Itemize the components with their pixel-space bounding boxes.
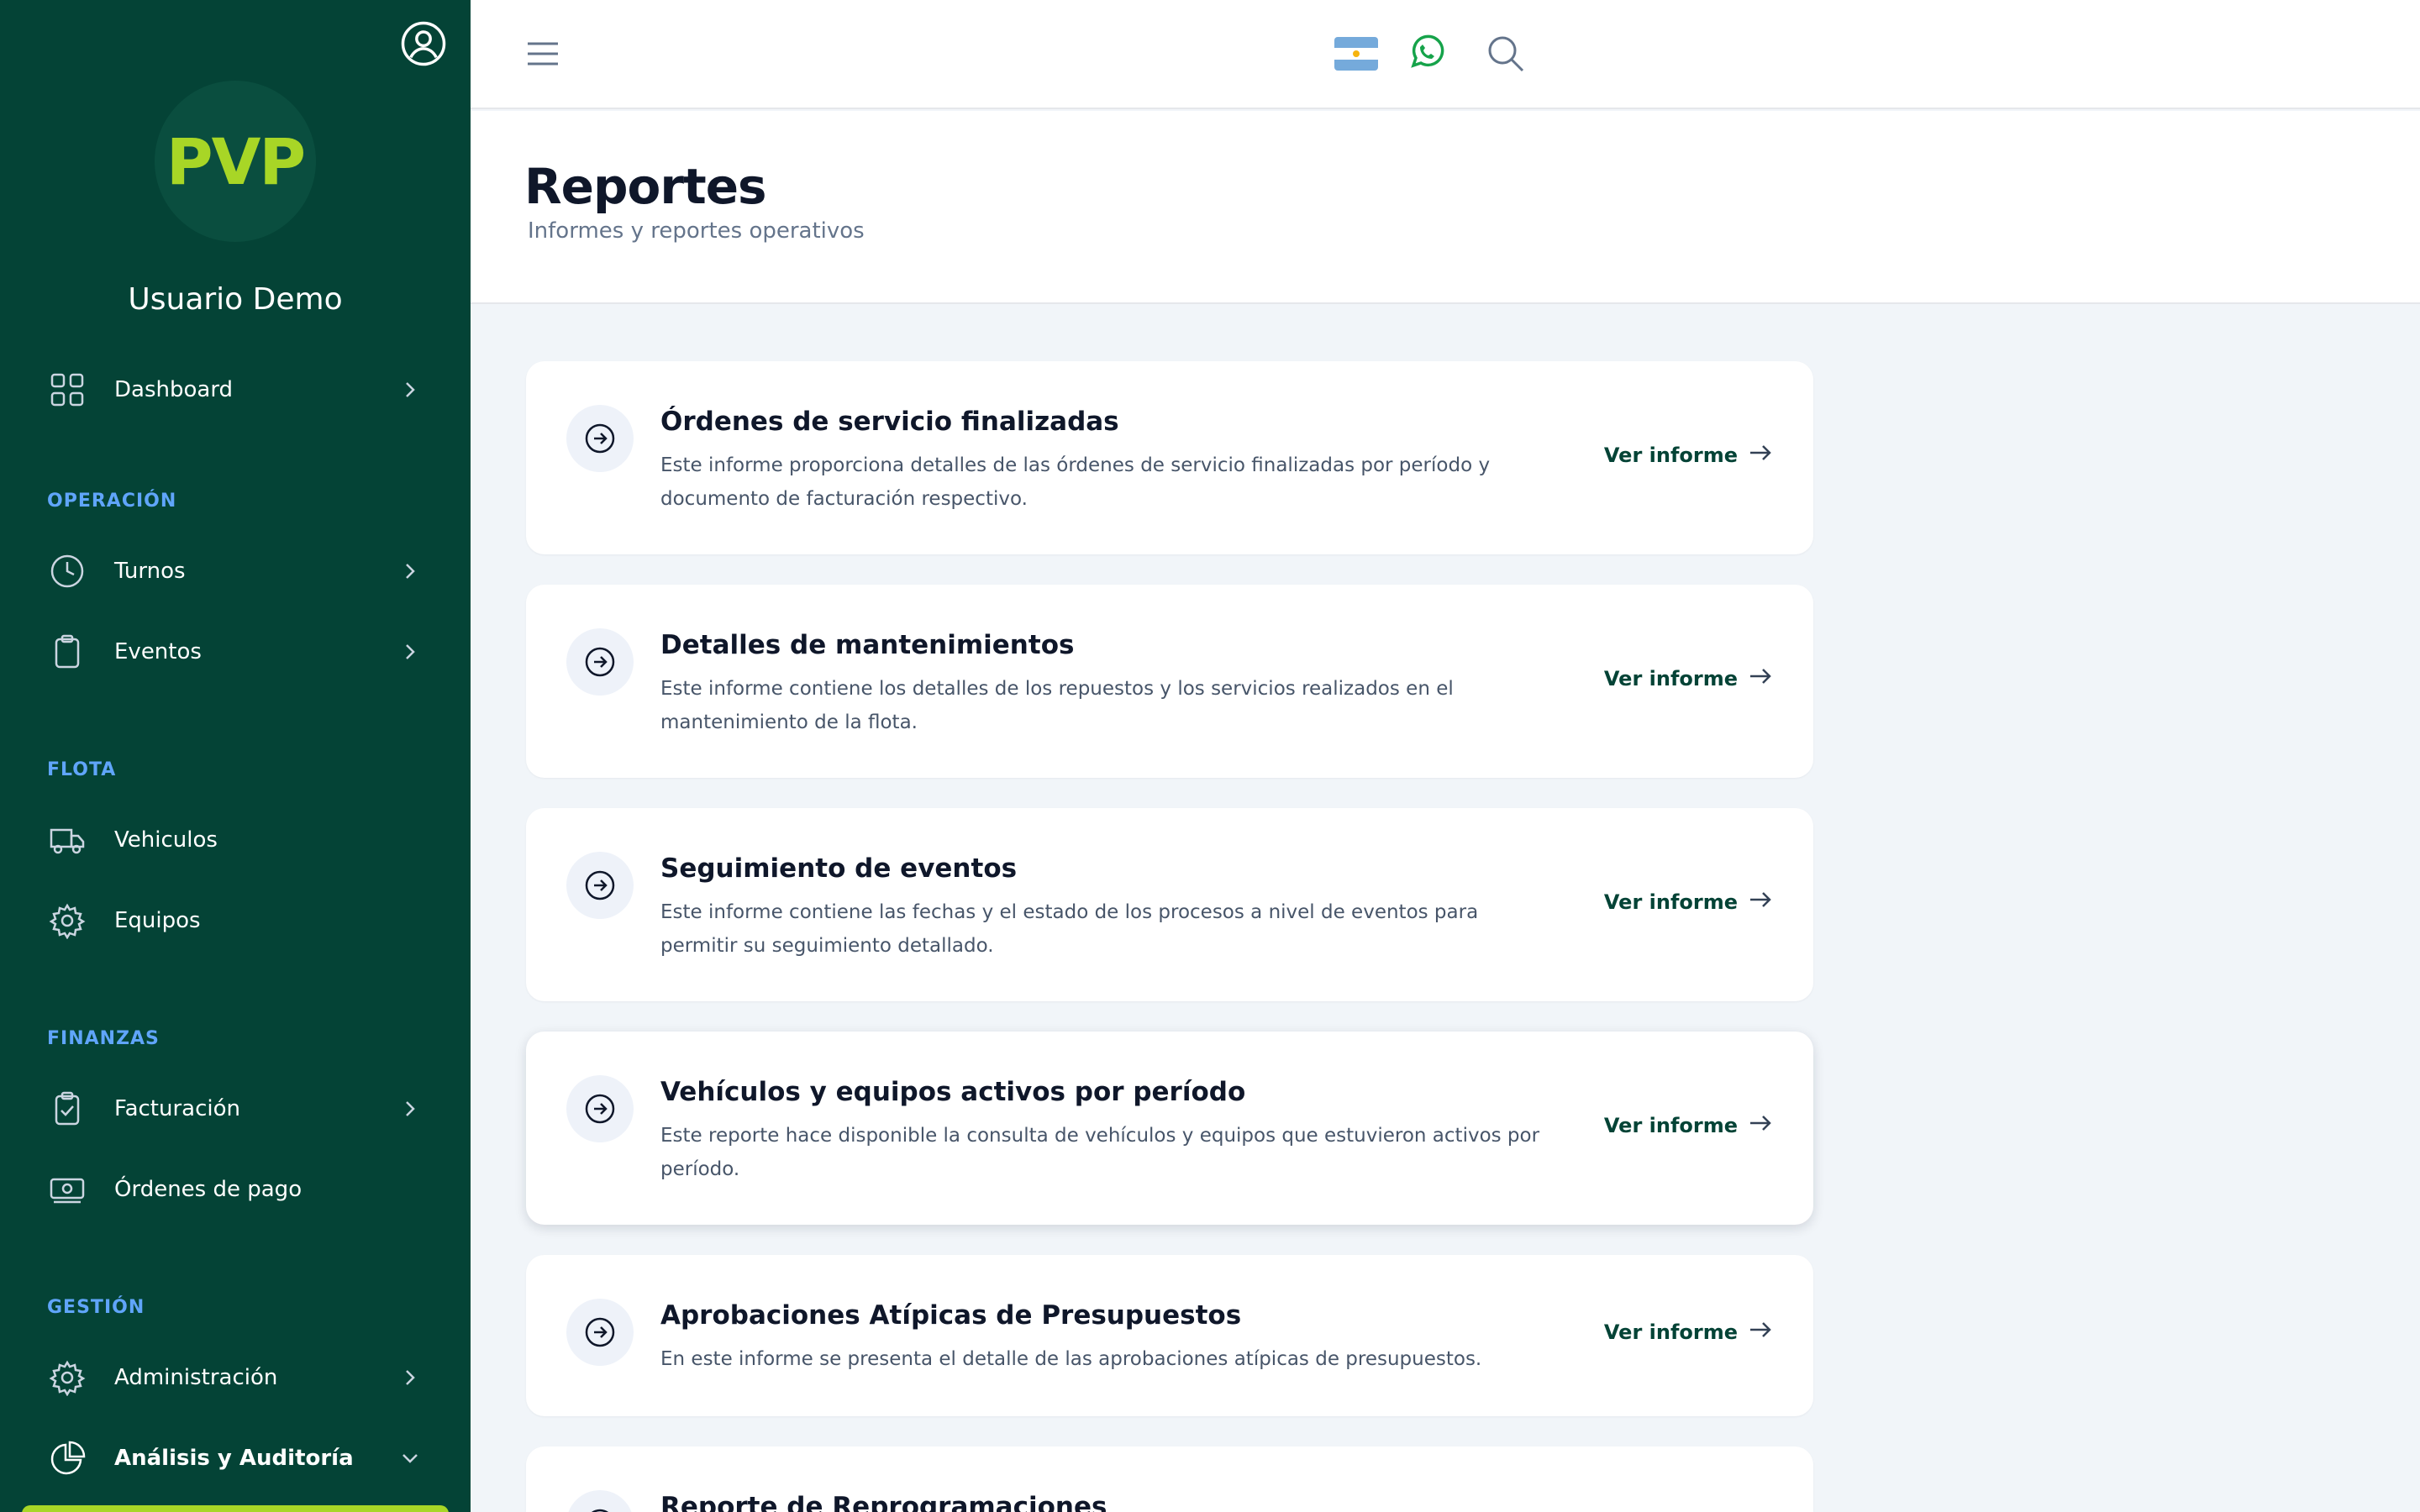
section-label-flota: FLOTA bbox=[47, 759, 117, 780]
grid-icon bbox=[47, 370, 87, 410]
arrow-right-icon bbox=[1748, 887, 1773, 917]
report-card[interactable]: Aprobaciones Atípicas de Presupuestos En… bbox=[526, 1255, 1813, 1416]
report-title: Seguimiento de eventos bbox=[660, 853, 1018, 884]
section-label-gestion: GESTIÓN bbox=[47, 1297, 145, 1318]
sidebar-item-vehiculos[interactable]: Vehiculos bbox=[0, 810, 471, 870]
chevron-down-icon bbox=[397, 1445, 424, 1472]
report-card[interactable]: Vehículos y equipos activos por período … bbox=[526, 1032, 1813, 1225]
report-title: Detalles de mantenimientos bbox=[660, 630, 1075, 660]
banknote-icon bbox=[47, 1169, 87, 1210]
pie-chart-icon bbox=[47, 1438, 87, 1478]
report-description: En este informe se presenta el detalle d… bbox=[660, 1348, 1482, 1370]
sidebar-item-label: Turnos bbox=[114, 559, 186, 584]
argentina-flag-icon[interactable] bbox=[1334, 37, 1378, 71]
arrow-circle-icon bbox=[566, 1299, 634, 1366]
chevron-right-icon bbox=[397, 1364, 424, 1391]
chevron-right-icon bbox=[397, 638, 424, 665]
sidebar-item-dashboard[interactable]: Dashboard bbox=[0, 360, 471, 420]
arrow-right-icon bbox=[1748, 440, 1773, 470]
sidebar-item-turnos[interactable]: Turnos bbox=[0, 541, 471, 601]
view-report-label: Ver informe bbox=[1603, 1114, 1738, 1137]
report-description: Este informe proporciona detalles de las… bbox=[660, 454, 1491, 510]
report-description: Este informe contiene los detalles de lo… bbox=[660, 678, 1454, 733]
clipboard-icon bbox=[47, 632, 87, 672]
sidebar-item-equipos[interactable]: Equipos bbox=[0, 890, 471, 951]
arrow-right-icon bbox=[1748, 664, 1773, 694]
active-submenu-indicator bbox=[22, 1505, 449, 1512]
view-report-link[interactable]: Ver informe bbox=[1604, 440, 1773, 470]
search-icon[interactable] bbox=[1486, 34, 1526, 74]
section-label-operacion: OPERACIÓN bbox=[47, 491, 177, 512]
report-card[interactable]: Órdenes de servicio finalizadas Este inf… bbox=[526, 361, 1813, 554]
arrow-circle-icon bbox=[566, 1490, 634, 1512]
view-report-label: Ver informe bbox=[1603, 444, 1738, 467]
view-report-link[interactable]: Ver informe bbox=[1604, 1110, 1773, 1141]
gear-icon bbox=[47, 1357, 87, 1398]
arrow-circle-icon bbox=[566, 1075, 634, 1142]
arrow-right-icon bbox=[1748, 1110, 1773, 1141]
sidebar-item-label: Dashboard bbox=[114, 377, 234, 402]
sidebar-item-facturacion[interactable]: Facturación bbox=[0, 1079, 471, 1139]
view-report-link[interactable]: Ver informe bbox=[1604, 664, 1773, 694]
arrow-right-icon bbox=[1748, 1317, 1773, 1347]
arrow-circle-icon bbox=[566, 628, 634, 696]
report-title: Reporte de Reprogramaciones bbox=[660, 1492, 1107, 1512]
arrow-circle-icon bbox=[566, 852, 634, 919]
user-name: Usuario Demo bbox=[128, 282, 343, 317]
sidebar-item-eventos[interactable]: Eventos bbox=[0, 622, 471, 682]
view-report-link[interactable]: Ver informe bbox=[1604, 887, 1773, 917]
view-report-label: Ver informe bbox=[1603, 1320, 1738, 1344]
user-profile-icon[interactable] bbox=[400, 20, 447, 67]
gear-icon bbox=[47, 900, 87, 941]
sidebar-item-ordenes-de-pago[interactable]: Órdenes de pago bbox=[0, 1159, 471, 1220]
arrow-circle-icon bbox=[566, 405, 634, 472]
page-header: Reportes Informes y reportes operativos bbox=[471, 111, 2420, 304]
view-report-label: Ver informe bbox=[1603, 667, 1738, 690]
chevron-right-icon bbox=[397, 1095, 424, 1122]
report-description: Este informe contiene las fechas y el es… bbox=[660, 901, 1479, 957]
page-title: Reportes bbox=[524, 158, 767, 215]
report-title: Aprobaciones Atípicas de Presupuestos bbox=[660, 1300, 1242, 1331]
company-logo: PVP bbox=[155, 81, 316, 242]
sidebar-item-label: Análisis y Auditoría bbox=[114, 1446, 354, 1471]
menu-icon[interactable] bbox=[526, 39, 560, 69]
chevron-right-icon bbox=[397, 376, 424, 403]
sidebar-item-label: Administración bbox=[114, 1365, 278, 1390]
clipboard-check-icon bbox=[47, 1089, 87, 1129]
report-description: Este reporte hace disponible la consulta… bbox=[660, 1125, 1540, 1180]
sidebar-item-label: Vehiculos bbox=[114, 827, 218, 853]
top-bar bbox=[471, 0, 2420, 109]
sidebar-item-label: Facturación bbox=[114, 1096, 240, 1121]
report-title: Órdenes de servicio finalizadas bbox=[660, 407, 1119, 437]
logo-text: PVP bbox=[166, 123, 306, 199]
whatsapp-icon[interactable] bbox=[1407, 34, 1445, 72]
report-card[interactable]: Detalles de mantenimientos Este informe … bbox=[526, 585, 1813, 778]
sidebar-item-label: Eventos bbox=[114, 639, 202, 664]
view-report-link[interactable]: Ver informe bbox=[1604, 1317, 1773, 1347]
sidebar-item-label: Órdenes de pago bbox=[114, 1177, 302, 1202]
clock-icon bbox=[47, 551, 87, 591]
sidebar-item-administracion[interactable]: Administración bbox=[0, 1347, 471, 1408]
report-card[interactable]: Seguimiento de eventos Este informe cont… bbox=[526, 808, 1813, 1001]
chevron-right-icon bbox=[397, 558, 424, 585]
sidebar: PVP Usuario Demo Dashboard OPERACIÓN Tur… bbox=[0, 0, 471, 1512]
sidebar-item-label: Equipos bbox=[114, 908, 201, 933]
section-label-finanzas: FINANZAS bbox=[47, 1028, 160, 1049]
page-subtitle: Informes y reportes operativos bbox=[528, 218, 865, 244]
sidebar-item-analisis-auditoria[interactable]: Análisis y Auditoría bbox=[0, 1428, 471, 1488]
report-card[interactable]: Reporte de Reprogramaciones bbox=[526, 1446, 1813, 1512]
report-title: Vehículos y equipos activos por período bbox=[660, 1077, 1246, 1107]
view-report-label: Ver informe bbox=[1603, 890, 1738, 914]
truck-icon bbox=[47, 820, 87, 860]
